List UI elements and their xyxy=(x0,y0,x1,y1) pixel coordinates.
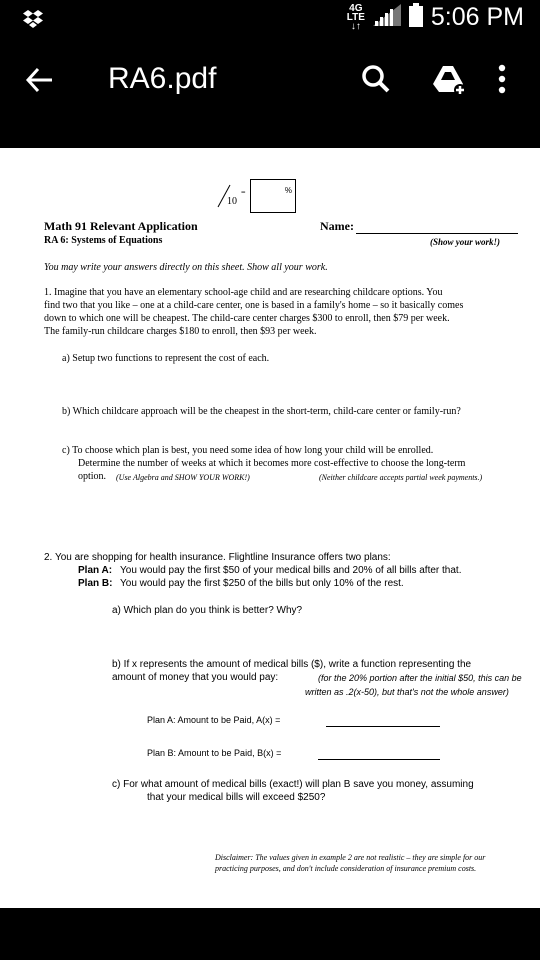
plan-b-text: You would pay the first $250 of the bill… xyxy=(120,578,404,589)
dropbox-icon xyxy=(22,9,44,34)
p2-part-b: amount of money that you would pay: xyxy=(112,672,279,683)
more-options-icon[interactable] xyxy=(497,64,507,99)
p1-line: The family-run childcare charges $180 to… xyxy=(44,326,317,337)
p1-part-b: b) Which childcare approach will be the … xyxy=(62,406,461,417)
p2-b-hint: (for the 20% portion after the initial $… xyxy=(318,673,522,683)
app-toolbar: RA6.pdf xyxy=(0,40,540,148)
clock: 5:06 PM xyxy=(430,3,524,31)
assignment-subtitle: RA 6: Systems of Equations xyxy=(44,235,163,246)
function-a-label: Plan A: Amount to be Paid, A(x) = xyxy=(147,715,281,725)
name-label: Name: xyxy=(320,219,354,233)
score-box: % xyxy=(250,179,296,213)
function-a-answer-line xyxy=(326,726,440,727)
p2-part-c: c) For what amount of medical bills (exa… xyxy=(112,779,474,790)
p2-part-a: a) Which plan do you think is better? Wh… xyxy=(112,605,303,616)
signal-icon xyxy=(372,4,401,31)
bottom-bar xyxy=(0,908,540,960)
p1-line: find two that you like – one at a child-… xyxy=(44,300,464,311)
course-title: Math 91 Relevant Application xyxy=(44,219,198,233)
p1-line: down to which one will be cheapest. The … xyxy=(44,313,450,324)
back-arrow-icon[interactable] xyxy=(24,64,56,101)
p1-part-a: a) Setup two functions to represent the … xyxy=(62,353,270,364)
plan-a-text: You would pay the first $50 of your medi… xyxy=(120,565,462,576)
p1-line: 1. Imagine that you have an elementary s… xyxy=(44,287,443,298)
instructions: You may write your answers directly on t… xyxy=(44,262,328,273)
name-underline xyxy=(356,233,518,234)
plan-b-label: Plan B: xyxy=(78,578,113,589)
plan-a-label: Plan A: xyxy=(78,565,113,576)
pdf-page[interactable]: 10 = % Math 91 Relevant Application RA 6… xyxy=(0,148,540,908)
p2-part-b: b) If x represents the amount of medical… xyxy=(112,659,472,670)
show-work-note: (Show your work!) xyxy=(430,237,501,247)
p1-c-note-partial: (Neither childcare accepts partial week … xyxy=(319,473,483,482)
p2-part-c: that your medical bills will exceed $250… xyxy=(147,792,326,803)
network-type-icon: 4G LTE ↓↑ xyxy=(346,3,365,32)
search-icon[interactable] xyxy=(361,64,391,99)
score-denominator: 10 xyxy=(227,196,237,207)
p2-intro: 2. You are shopping for health insurance… xyxy=(44,552,391,563)
document-title: RA6.pdf xyxy=(108,62,217,95)
function-b-answer-line xyxy=(318,759,440,760)
disclaimer: Disclaimer: The values given in example … xyxy=(215,853,486,862)
p1-c-note-algebra: (Use Algebra and SHOW YOUR WORK!) xyxy=(116,473,250,482)
score-equals: = xyxy=(241,188,246,197)
function-b-label: Plan B: Amount to be Paid, B(x) = xyxy=(147,748,282,758)
score-percent: % xyxy=(284,186,292,195)
p2-b-hint: written as .2(x-50), but that's not the … xyxy=(305,687,509,697)
status-bar: 4G LTE ↓↑ 5:06 PM xyxy=(0,0,540,40)
add-to-drive-icon[interactable] xyxy=(431,64,467,101)
battery-icon xyxy=(408,3,423,32)
p1-part-c: c) To choose which plan is best, you nee… xyxy=(62,445,434,456)
p1-part-c: Determine the number of weeks at which i… xyxy=(78,458,466,469)
p1-part-c: option. xyxy=(78,471,107,482)
disclaimer: practicing purposes, and don't include c… xyxy=(215,864,477,873)
